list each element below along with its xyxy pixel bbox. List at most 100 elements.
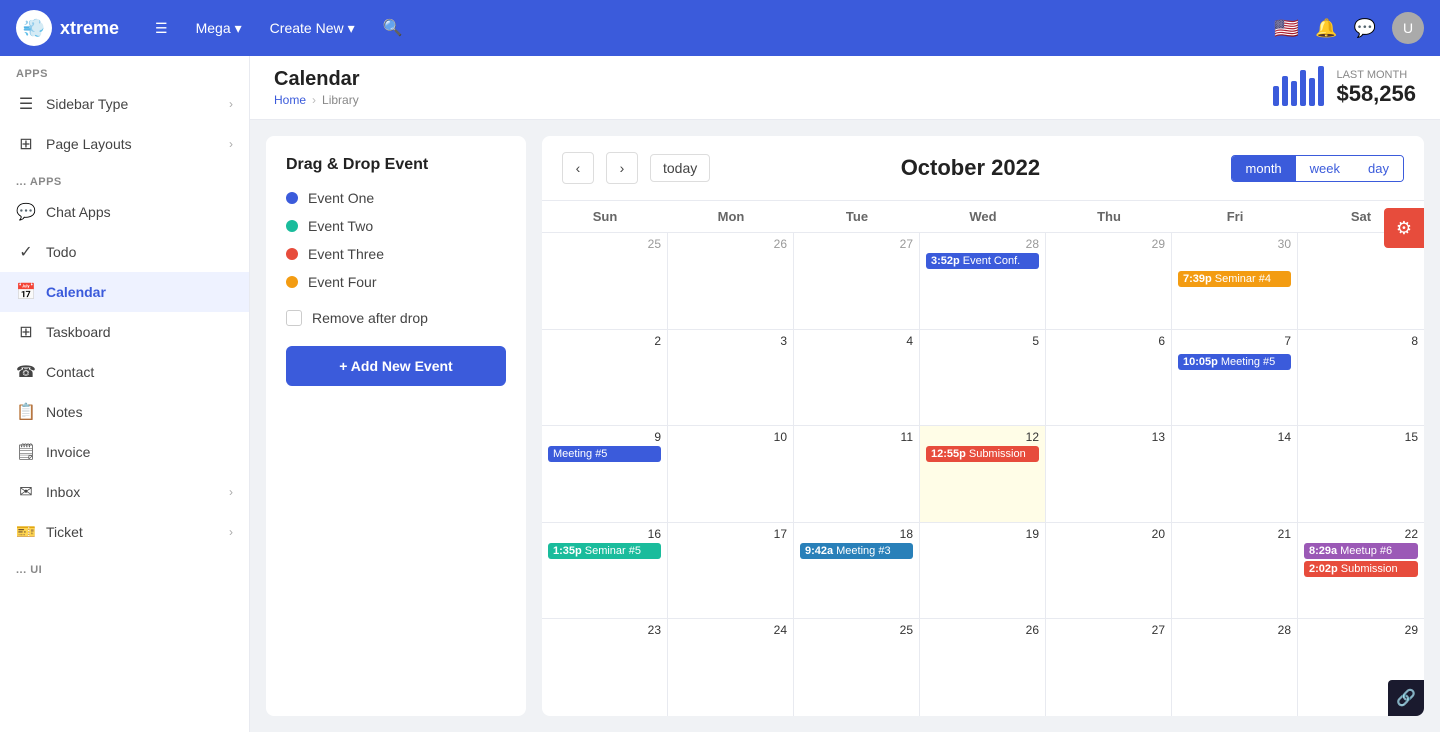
event-item-one[interactable]: Event One [286, 190, 506, 206]
calendar-area: Drag & Drop Event Event One Event Two Ev… [250, 120, 1440, 732]
remove-checkbox[interactable] [286, 310, 302, 326]
event-dot-two [286, 220, 298, 232]
sidebar-item-chat-apps[interactable]: 💬 Chat Apps [0, 192, 249, 232]
page-title: Calendar [274, 68, 360, 91]
day-name-fri: Fri [1172, 201, 1298, 232]
cal-cell-oct4[interactable]: 4 [794, 330, 920, 426]
add-event-button[interactable]: + Add New Event [286, 346, 506, 386]
cal-cell-oct26[interactable]: 26 [920, 619, 1046, 716]
sidebar-item-invoice[interactable]: 🗒 Invoice [0, 432, 249, 472]
event-meetup6[interactable]: 8:29a Meetup #6 [1304, 543, 1418, 559]
cal-cell-oct2[interactable]: 2 [542, 330, 668, 426]
cal-cell-oct16[interactable]: 16 1:35p Seminar #5 [542, 523, 668, 619]
event-item-two[interactable]: Event Two [286, 218, 506, 234]
cal-cell-sep26[interactable]: 26 [668, 233, 794, 329]
create-chevron-icon: ▾ [348, 20, 355, 37]
mega-menu[interactable]: Mega ▾ [188, 16, 250, 41]
notes-icon: 📋 [16, 402, 36, 422]
event-item-four[interactable]: Event Four [286, 274, 506, 290]
event-meeting3[interactable]: 9:42a Meeting #3 [800, 543, 913, 559]
flag-icon[interactable]: 🇺🇸 [1274, 16, 1299, 41]
cal-cell-oct7[interactable]: 7 10:05p Meeting #5 [1172, 330, 1298, 426]
topnav-right: 🇺🇸 🔔 💬 U [1274, 12, 1424, 44]
cal-cell-sep29[interactable]: 29 [1046, 233, 1172, 329]
breadcrumb-home[interactable]: Home [274, 93, 306, 107]
cal-cell-oct19[interactable]: 19 [920, 523, 1046, 619]
prev-month-button[interactable]: ‹ [562, 152, 594, 184]
cal-cell-oct28[interactable]: 28 [1172, 619, 1298, 716]
event-label-one: Event One [308, 190, 374, 206]
sidebar-item-calendar[interactable]: 📅 Calendar [0, 272, 249, 312]
chat-apps-icon: 💬 [16, 202, 36, 222]
sidebar-item-contact[interactable]: ☎ Contact [0, 352, 249, 392]
calendar-days-header: Sun Mon Tue Wed Thu Fri Sat [542, 201, 1424, 233]
create-new-menu[interactable]: Create New ▾ [262, 16, 363, 41]
day-view-button[interactable]: day [1354, 156, 1403, 181]
event-meeting5-sun[interactable]: Meeting #5 [548, 446, 661, 462]
todo-icon: ✓ [16, 242, 36, 262]
cal-cell-oct25[interactable]: 25 [794, 619, 920, 716]
sidebar-item-inbox[interactable]: ✉ Inbox › [0, 472, 249, 512]
link-icon-button[interactable]: 🔗 [1388, 680, 1424, 716]
sidebar-item-ticket[interactable]: 🎫 Ticket › [0, 512, 249, 552]
week-view-button[interactable]: week [1296, 156, 1354, 181]
day-name-thu: Thu [1046, 201, 1172, 232]
avatar[interactable]: U [1392, 12, 1424, 44]
sidebar-item-sidebar-type[interactable]: ☰ Sidebar Type › [0, 84, 249, 124]
cal-cell-sep25[interactable]: 25 [542, 233, 668, 329]
cal-cell-oct23[interactable]: 23 [542, 619, 668, 716]
sidebar-item-page-layouts[interactable]: ⊞ Page Layouts › [0, 124, 249, 164]
sidebar-item-notes[interactable]: 📋 Notes [0, 392, 249, 432]
cal-cell-oct24[interactable]: 24 [668, 619, 794, 716]
cal-cell-sep27[interactable]: 27 [794, 233, 920, 329]
event-list: Event One Event Two Event Three Event Fo… [286, 190, 506, 290]
drag-drop-title: Drag & Drop Event [286, 156, 506, 174]
sidebar-item-label: Contact [46, 364, 94, 380]
cal-cell-oct12[interactable]: 12 12:55p Submission [920, 426, 1046, 522]
event-event-conf[interactable]: 3:52p Event Conf. [926, 253, 1039, 269]
cal-cell-sep28[interactable]: 28 3:52p Event Conf. [920, 233, 1046, 329]
sidebar-item-todo[interactable]: ✓ Todo [0, 232, 249, 272]
settings-float-button[interactable]: ⚙ [1384, 208, 1424, 248]
search-icon: 🔍 [383, 20, 403, 37]
cal-cell-oct18[interactable]: 18 9:42a Meeting #3 [794, 523, 920, 619]
month-view-button[interactable]: month [1232, 156, 1296, 181]
cal-cell-sep30[interactable]: 30 7:39p Seminar #4 [1172, 233, 1298, 329]
cal-cell-oct13[interactable]: 13 [1046, 426, 1172, 522]
event-submission12[interactable]: 12:55p Submission [926, 446, 1039, 462]
cal-cell-oct17[interactable]: 17 [668, 523, 794, 619]
bar-1 [1273, 86, 1279, 106]
cal-cell-oct10[interactable]: 10 [668, 426, 794, 522]
search-button[interactable]: 🔍 [383, 18, 403, 38]
app-name: xtreme [60, 18, 119, 39]
cal-cell-oct27[interactable]: 27 [1046, 619, 1172, 716]
event-item-three[interactable]: Event Three [286, 246, 506, 262]
today-button[interactable]: today [650, 154, 710, 182]
sidebar-item-label: Inbox [46, 484, 80, 500]
cal-cell-oct3[interactable]: 3 [668, 330, 794, 426]
last-month-amount: $58,256 [1336, 81, 1416, 107]
cal-cell-oct9[interactable]: 9 Meeting #5 [542, 426, 668, 522]
cal-cell-oct20[interactable]: 20 [1046, 523, 1172, 619]
hamburger-menu[interactable]: ☰ [147, 16, 176, 41]
bell-icon[interactable]: 🔔 [1315, 18, 1337, 39]
app-logo[interactable]: 💨 xtreme [16, 10, 119, 46]
event-meeting5-fri[interactable]: 10:05p Meeting #5 [1178, 354, 1291, 370]
event-seminar5[interactable]: 1:35p Seminar #5 [548, 543, 661, 559]
event-seminar4[interactable]: 7:39p Seminar #4 [1178, 271, 1291, 287]
breadcrumb-library: Library [322, 93, 359, 107]
cal-cell-oct6[interactable]: 6 [1046, 330, 1172, 426]
cal-cell-oct14[interactable]: 14 [1172, 426, 1298, 522]
chat-icon[interactable]: 💬 [1354, 18, 1376, 39]
cal-cell-oct15[interactable]: 15 [1298, 426, 1424, 522]
event-submission22[interactable]: 2:02p Submission [1304, 561, 1418, 577]
chevron-right-icon: › [229, 137, 233, 151]
cal-cell-oct11[interactable]: 11 [794, 426, 920, 522]
cal-cell-oct21[interactable]: 21 [1172, 523, 1298, 619]
sidebar-item-taskboard[interactable]: ⊞ Taskboard [0, 312, 249, 352]
next-month-button[interactable]: › [606, 152, 638, 184]
cal-cell-oct5[interactable]: 5 [920, 330, 1046, 426]
cal-cell-oct8[interactable]: 8 [1298, 330, 1424, 426]
cal-cell-oct22[interactable]: 22 8:29a Meetup #6 2:02p Submission [1298, 523, 1424, 619]
gear-icon: ⚙ [1396, 218, 1412, 239]
